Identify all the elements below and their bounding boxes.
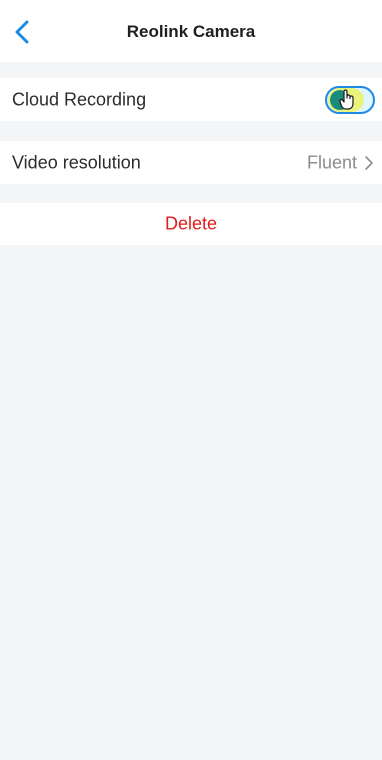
page-title: Reolink Camera [126,22,256,41]
chevron-right-icon [365,155,373,170]
video-resolution-row[interactable]: Video resolution Fluent [0,141,382,184]
delete-button[interactable]: Delete [0,214,382,235]
video-resolution-label: Video resolution [12,152,141,172]
cloud-recording-label: Cloud Recording [12,89,147,109]
cloud-recording-row: Cloud Recording [0,78,382,121]
video-resolution-value: Fluent [306,152,357,172]
delete-row[interactable]: Delete [0,203,382,245]
cloud-recording-toggle[interactable] [325,85,375,114]
hand-cursor-icon [339,88,354,110]
app-header: Reolink Camera [0,0,382,62]
